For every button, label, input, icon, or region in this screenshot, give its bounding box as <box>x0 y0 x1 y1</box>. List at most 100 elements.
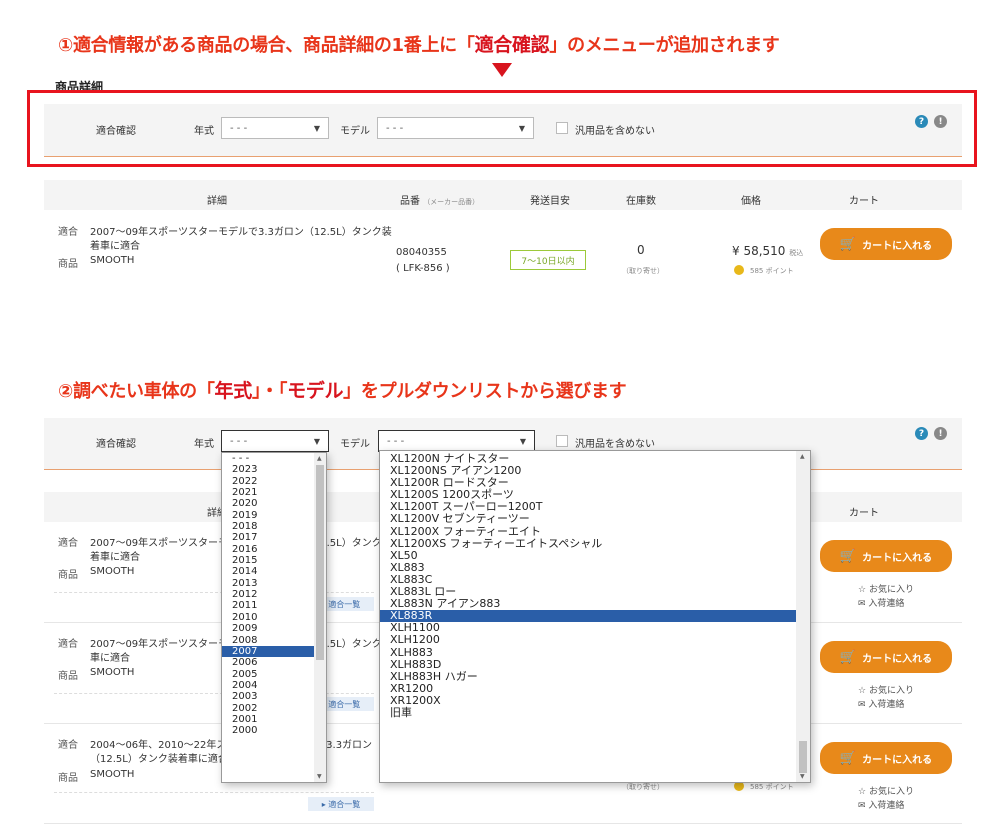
arrow-down-icon <box>492 63 512 77</box>
header-price: 価格 <box>741 196 761 207</box>
year-option[interactable]: 2012 <box>222 589 316 600</box>
model-option[interactable]: XL1200XS フォーティーエイトスペシャル <box>380 537 798 550</box>
year-option[interactable]: 2014 <box>222 566 316 577</box>
year-option[interactable]: 2018 <box>222 521 316 532</box>
scroll-up-icon: ▲ <box>800 453 805 460</box>
star-icon: ☆ <box>858 787 867 797</box>
model-option[interactable]: XL883R <box>380 610 798 623</box>
model-option[interactable]: XL1200V セブンティーツー <box>380 513 798 525</box>
model-option[interactable]: XL50 <box>380 549 798 562</box>
scrollbar-thumb[interactable] <box>316 465 324 660</box>
year-option[interactable]: 2021 <box>222 487 316 498</box>
model-option[interactable]: XLH883D <box>380 658 798 671</box>
model-option[interactable]: XR1200 <box>380 682 798 695</box>
year-option[interactable]: 2015 <box>222 555 316 566</box>
year-option[interactable]: 2000 <box>222 725 316 736</box>
model-dropdown-list[interactable]: XL1200N ナイトスター XL1200NS アイアン1200 XL1200R ロ… <box>379 450 811 783</box>
add-to-cart-button[interactable]: 🛒 カートに入れる <box>820 228 952 260</box>
year-option[interactable]: 2019 <box>222 510 316 521</box>
year-option[interactable]: 2017 <box>222 532 316 543</box>
info-icon[interactable]: ! <box>934 427 947 440</box>
model-option[interactable]: XR1200X <box>380 694 798 707</box>
year-dropdown-list[interactable]: - - -2023 2022 2021 2020 2019 2018 2017 2016 201… <box>221 452 327 783</box>
generic-checkbox[interactable] <box>556 122 568 134</box>
year-option[interactable]: 2005 <box>222 669 316 680</box>
model-select[interactable]: - - - ▼ <box>377 117 534 139</box>
part-number: 08040355 <box>396 247 447 258</box>
year-option[interactable]: 2011 <box>222 600 316 611</box>
product-label: 商品 <box>58 773 78 784</box>
year-option[interactable]: 2001 <box>222 714 316 725</box>
year-option[interactable]: 2010 <box>222 612 316 623</box>
model-option[interactable]: XLH883H ハガー <box>380 670 798 683</box>
model-label: モデル <box>340 439 370 450</box>
fit-text-2: 車に適合 <box>90 653 130 664</box>
year-select-open[interactable]: - - - ▼ <box>221 430 329 452</box>
generic-checkbox[interactable] <box>556 435 568 447</box>
scrollbar[interactable]: ▲ ▼ <box>314 453 326 782</box>
header-ship: 発送目安 <box>530 196 570 207</box>
help-icon[interactable]: ? <box>915 115 928 128</box>
year-option[interactable]: - - - <box>222 453 316 464</box>
caret-down-icon: ▼ <box>518 123 525 133</box>
cart-icon: 🛒 <box>839 649 857 665</box>
restock-link[interactable]: ✉ 入荷連絡 <box>858 697 904 710</box>
model-option[interactable]: XL883N アイアン883 <box>380 598 798 610</box>
header-detail: 詳細 <box>207 196 227 207</box>
caret-down-icon: ▼ <box>313 123 320 133</box>
year-option[interactable]: 2013 <box>222 578 316 589</box>
year-label: 年式 <box>194 439 214 450</box>
year-option[interactable]: 2002 <box>222 703 316 714</box>
stock-sub: （取り寄せ） <box>622 267 664 275</box>
mail-icon: ✉ <box>858 801 866 811</box>
year-option[interactable]: 2009 <box>222 623 316 634</box>
year-option[interactable]: 2007 <box>222 645 316 658</box>
model-option[interactable]: XL883 <box>380 561 798 574</box>
year-select[interactable]: - - - ▼ <box>221 117 329 139</box>
add-to-cart-button[interactable]: 🛒 カートに入れる <box>820 641 952 673</box>
fit-label: 適合 <box>58 639 78 650</box>
favorite-link[interactable]: ☆ お気に入り <box>858 683 914 696</box>
fit-label: 適合 <box>58 227 78 238</box>
year-option[interactable]: 2016 <box>222 544 316 555</box>
caret-down-icon: ▼ <box>519 436 526 446</box>
year-option[interactable]: 2006 <box>222 657 316 668</box>
year-option[interactable]: 2008 <box>222 635 316 646</box>
stock-sub: （取り寄せ） <box>622 783 664 791</box>
restock-link[interactable]: ✉ 入荷連絡 <box>858 596 904 609</box>
add-to-cart-button[interactable]: 🛒 カートに入れる <box>820 540 952 572</box>
year-option[interactable]: 2004 <box>222 680 316 691</box>
model-select-open[interactable]: - - - ▼ <box>378 430 535 452</box>
star-icon: ☆ <box>858 686 867 696</box>
year-option[interactable]: 2003 <box>222 691 316 702</box>
year-options: - - -2023 2022 2021 2020 2019 2018 2017 2016 201… <box>222 453 326 737</box>
info-icon[interactable]: ! <box>934 115 947 128</box>
model-option[interactable]: XLH1100 <box>380 622 798 634</box>
model-option[interactable]: XL1200X フォーティーエイト <box>380 525 798 538</box>
cart-icon: 🛒 <box>839 548 857 564</box>
model-options: XL1200N ナイトスター XL1200NS アイアン1200 XL1200R ロ… <box>380 451 810 719</box>
product-name: SMOOTH <box>90 667 135 678</box>
product-label: 商品 <box>58 259 78 270</box>
generic-checkbox-label: 汎用品を含めない <box>575 126 655 137</box>
year-option[interactable]: 2023 <box>222 464 316 475</box>
year-option[interactable]: 2022 <box>222 476 316 487</box>
header-cart: カート <box>849 196 879 207</box>
favorite-link[interactable]: ☆ お気に入り <box>858 784 914 797</box>
scroll-up-icon: ▲ <box>317 455 322 462</box>
fit-label: 適合 <box>58 740 78 751</box>
scrollbar[interactable]: ▲ ▼ <box>796 451 810 782</box>
model-option[interactable]: XLH883 <box>380 646 798 659</box>
generic-checkbox-label: 汎用品を含めない <box>575 439 655 450</box>
favorite-link[interactable]: ☆ お気に入り <box>858 582 914 595</box>
model-option[interactable]: XLH1200 <box>380 634 798 646</box>
restock-link[interactable]: ✉ 入荷連絡 <box>858 798 904 811</box>
model-label: モデル <box>340 126 370 137</box>
scrollbar-thumb[interactable] <box>799 741 807 773</box>
fit-text-2: 着車に適合 <box>90 552 140 563</box>
year-option[interactable]: 2020 <box>222 498 316 509</box>
fit-list-link[interactable]: ▸ 適合一覧 <box>308 797 374 811</box>
help-icon[interactable]: ? <box>915 427 928 440</box>
add-to-cart-button[interactable]: 🛒 カートに入れる <box>820 742 952 774</box>
model-option[interactable]: 旧車 <box>380 706 798 719</box>
